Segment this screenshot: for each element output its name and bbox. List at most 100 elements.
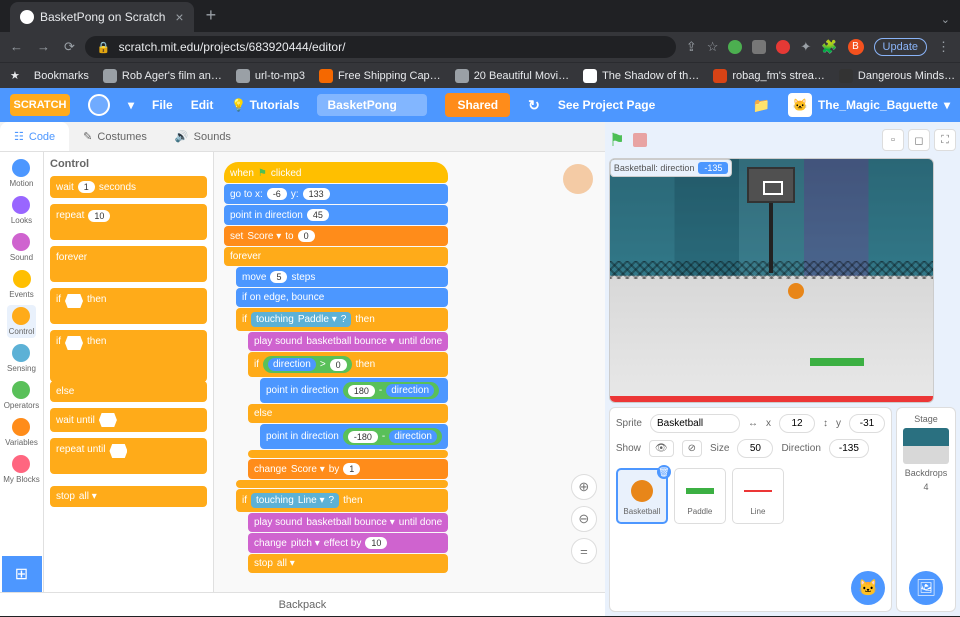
tab-costumes[interactable]: ✎Costumes [69, 122, 161, 151]
add-backdrop-button[interactable]: 🖼 [909, 571, 943, 605]
paddle-sprite[interactable] [810, 358, 864, 366]
basketball-sprite[interactable] [788, 283, 804, 299]
set-var-block[interactable]: setScore ▾to0 [224, 226, 448, 246]
reload-button[interactable]: ⟳ [64, 39, 75, 55]
share-button[interactable]: Shared [445, 93, 510, 117]
category-control[interactable]: Control [7, 305, 37, 338]
hide-button[interactable]: ⊘ [682, 440, 702, 457]
move-steps-block[interactable]: move5steps [236, 267, 448, 287]
new-tab-button[interactable]: + [206, 5, 217, 26]
if-edge-bounce-block[interactable]: if on edge, bounce [236, 288, 448, 307]
play-sound-block[interactable]: play soundbasketball bounce ▾until done [248, 332, 448, 351]
stage-selector[interactable]: Stage Backdrops 4 🖼 [896, 407, 956, 612]
delete-sprite-icon[interactable]: 🗑 [657, 465, 671, 479]
size-input[interactable] [737, 439, 773, 458]
x-input[interactable] [779, 414, 815, 433]
sprite-name-input[interactable] [650, 414, 740, 433]
see-project-link[interactable]: See Project Page [558, 98, 655, 112]
stage[interactable]: Score2 Basketball: direction-135 [609, 158, 934, 403]
address-bar[interactable]: 🔒 scratch.mit.edu/projects/683920444/edi… [85, 36, 676, 58]
menu-icon[interactable]: ⋮ [937, 39, 950, 55]
point-direction-block[interactable]: point in direction-180 - direction [260, 424, 448, 449]
bookmark-item[interactable]: url-to-mp3 [236, 69, 305, 83]
ext-icon-3[interactable] [776, 40, 790, 54]
repeat-until-block[interactable]: repeat until [50, 438, 207, 474]
category-sound[interactable]: Sound [8, 231, 35, 264]
when-flag-clicked-block[interactable]: when ⚑ clicked [224, 162, 448, 183]
else-block[interactable]: else [248, 404, 448, 423]
my-stuff-icon[interactable]: 📁 [753, 97, 770, 114]
y-input[interactable] [849, 414, 885, 433]
fullscreen-button[interactable]: ⛶ [934, 129, 956, 151]
extensions-menu-icon[interactable]: 🧩 [821, 39, 837, 55]
bookmark-item[interactable]: robag_fm's strea… [713, 69, 825, 83]
if-block[interactable]: ifthen [50, 288, 207, 324]
sprite-tile-line[interactable]: Line [732, 468, 784, 524]
add-sprite-button[interactable]: 🐱 [851, 571, 885, 605]
close-icon[interactable]: × [175, 9, 183, 25]
scratch-logo[interactable]: SCRATCH [10, 94, 70, 116]
stage-large-button[interactable]: ◻ [908, 129, 930, 151]
play-sound-block[interactable]: play soundbasketball bounce ▾until done [248, 513, 448, 532]
forward-button[interactable]: → [37, 39, 50, 55]
bookmark-item[interactable]: Free Shipping Cap… [319, 69, 441, 83]
user-menu[interactable]: 🐱 The_Magic_Baguette ▾ [788, 93, 950, 117]
bookmark-item[interactable]: 20 Beautiful Movi… [455, 69, 569, 83]
change-var-block[interactable]: changeScore ▾by1 [248, 459, 448, 479]
zoom-out-button[interactable]: ⊖ [571, 506, 597, 532]
stage-small-button[interactable]: ▫ [882, 129, 904, 151]
stop-block[interactable]: stopall ▾ [248, 554, 448, 573]
if-block[interactable]: ifdirection > 0then [248, 352, 448, 377]
bookmark-item[interactable]: The Shadow of th… [583, 69, 699, 83]
edit-menu[interactable]: Edit [191, 98, 214, 112]
add-extension-button[interactable]: ⊞ [2, 556, 42, 592]
tutorials-button[interactable]: 💡 Tutorials [231, 98, 299, 112]
bookmark-item[interactable]: Rob Ager's film an… [103, 69, 222, 83]
category-operators[interactable]: Operators [2, 379, 42, 412]
zoom-reset-button[interactable]: = [571, 538, 597, 564]
wait-block[interactable]: wait1seconds [50, 176, 207, 198]
share-icon[interactable]: ⇪ [686, 39, 697, 55]
green-flag-button[interactable]: ⚑ [609, 130, 625, 151]
category-my-blocks[interactable]: My Blocks [1, 453, 41, 486]
language-chevron-icon[interactable]: ▾ [128, 98, 134, 112]
category-motion[interactable]: Motion [7, 157, 35, 190]
tab-sounds[interactable]: 🔊Sounds [161, 122, 245, 151]
stop-block[interactable]: stopall ▾ [50, 486, 207, 507]
extensions-icon[interactable]: ✦ [800, 39, 811, 55]
refresh-icon[interactable]: ↻ [528, 97, 540, 114]
window-chevron-icon[interactable]: ⌄ [941, 13, 950, 26]
if-block[interactable]: iftouching Paddle ▾ ?then [236, 308, 448, 331]
star-icon[interactable]: ☆ [707, 39, 719, 55]
point-direction-block[interactable]: point in direction180 - direction [260, 378, 448, 403]
browser-tab[interactable]: BasketPong on Scratch × [10, 2, 194, 32]
category-sensing[interactable]: Sensing [5, 342, 38, 375]
change-effect-block[interactable]: changepitch ▾effect by10 [248, 533, 448, 553]
direction-monitor[interactable]: Basketball: direction-135 [610, 159, 733, 177]
category-looks[interactable]: Looks [9, 194, 34, 227]
bookmark-item[interactable]: Bookmarks [34, 70, 89, 82]
ext-icon-2[interactable] [752, 40, 766, 54]
ext-icon-1[interactable] [728, 40, 742, 54]
forever-block[interactable]: forever [224, 247, 448, 266]
backpack-panel[interactable]: Backpack [0, 592, 605, 616]
category-variables[interactable]: Variables [3, 416, 40, 449]
goto-xy-block[interactable]: go to x:-6y:133 [224, 184, 448, 204]
scripts-canvas[interactable]: when ⚑ clicked go to x:-6y:133 point in … [214, 152, 605, 592]
tab-code[interactable]: ☷Code [0, 122, 69, 151]
direction-input[interactable] [829, 439, 869, 458]
wait-until-block[interactable]: wait until [50, 408, 207, 432]
if-else-block[interactable]: ifthen [50, 330, 207, 382]
repeat-block[interactable]: repeat10 [50, 204, 207, 240]
file-menu[interactable]: File [152, 98, 173, 112]
project-name-input[interactable]: BasketPong [317, 94, 427, 116]
if-block[interactable]: iftouching Line ▾ ?then [236, 489, 448, 512]
zoom-in-button[interactable]: ⊕ [571, 474, 597, 500]
profile-avatar[interactable]: B [848, 39, 864, 55]
point-direction-block[interactable]: point in direction45 [224, 205, 448, 225]
language-icon[interactable] [88, 94, 110, 116]
sprite-tile-basketball[interactable]: 🗑Basketball [616, 468, 668, 524]
stage-thumbnail[interactable] [903, 428, 949, 464]
bookmark-item[interactable]: Dangerous Minds… [839, 69, 955, 83]
sprite-tile-paddle[interactable]: Paddle [674, 468, 726, 524]
